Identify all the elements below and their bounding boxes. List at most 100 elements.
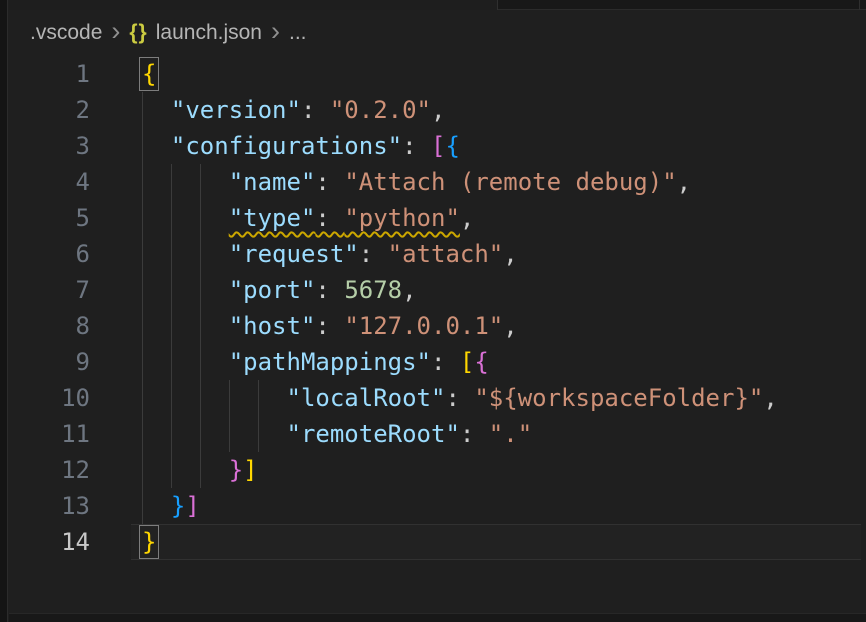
code-token: "version": [171, 96, 301, 124]
line-number[interactable]: 1: [0, 56, 90, 92]
editor[interactable]: 1{2 "version": "0.2.0",3 "configurations…: [0, 56, 866, 560]
code-token: {: [445, 132, 459, 160]
code-line[interactable]: 11 "remoteRoot": ".": [0, 416, 866, 452]
code-token: ,: [503, 240, 517, 268]
code-line[interactable]: 5 "type": "python",: [0, 200, 866, 236]
code-token: ]: [243, 456, 257, 484]
window-left-edge: [0, 0, 8, 622]
breadcrumb-folder[interactable]: .vscode: [30, 21, 102, 45]
code-token: ".": [489, 420, 532, 448]
code-token: "Attach (remote debug)": [344, 168, 676, 196]
line-number[interactable]: 11: [0, 416, 90, 452]
code-text: {: [142, 56, 156, 92]
line-number[interactable]: 4: [0, 164, 90, 200]
code-line[interactable]: 8 "host": "127.0.0.1",: [0, 308, 866, 344]
code-token: "port": [229, 276, 316, 304]
code-text: "version": "0.2.0",: [142, 92, 445, 128]
line-number[interactable]: 2: [0, 92, 90, 128]
code-token: :: [460, 420, 489, 448]
code-token: ,: [677, 168, 691, 196]
tab-separator: [497, 0, 498, 10]
code-token: :: [315, 276, 344, 304]
code-token: [: [460, 348, 474, 376]
code-token: :: [402, 132, 431, 160]
code-text: "port": 5678,: [142, 272, 417, 308]
code-line[interactable]: 3 "configurations": [{: [0, 128, 866, 164]
code-lines: 1{2 "version": "0.2.0",3 "configurations…: [0, 56, 866, 560]
code-token: "remoteRoot": [287, 420, 460, 448]
breadcrumb-symbol[interactable]: ...: [289, 21, 307, 45]
code-line[interactable]: 12 }]: [0, 452, 866, 488]
code-token: "${workspaceFolder}": [474, 384, 763, 412]
code-token: "configurations": [171, 132, 402, 160]
code-token: }: [171, 492, 185, 520]
code-token: ,: [763, 384, 777, 412]
code-token: "type": [229, 204, 316, 232]
code-token: ]: [185, 492, 199, 520]
line-number[interactable]: 5: [0, 200, 90, 236]
chevron-right-icon: ›: [102, 18, 129, 49]
line-number[interactable]: 9: [0, 344, 90, 380]
code-line[interactable]: 7 "port": 5678,: [0, 272, 866, 308]
code-text: "configurations": [{: [142, 128, 460, 164]
breadcrumb-file[interactable]: launch.json: [156, 21, 262, 45]
indent-guide: [258, 380, 259, 452]
code-line[interactable]: 9 "pathMappings": [{: [0, 344, 866, 380]
code-token: "host": [229, 312, 316, 340]
code-line[interactable]: 14}: [0, 524, 866, 560]
code-text: }]: [142, 488, 200, 524]
code-line[interactable]: 13 }]: [0, 488, 866, 524]
line-number[interactable]: 13: [0, 488, 90, 524]
code-line[interactable]: 6 "request": "attach",: [0, 236, 866, 272]
code-token: "0.2.0": [330, 96, 431, 124]
line-number[interactable]: 3: [0, 128, 90, 164]
indent-guide: [229, 380, 230, 452]
code-token: "localRoot": [287, 384, 446, 412]
line-number[interactable]: 12: [0, 452, 90, 488]
code-token: ,: [460, 204, 474, 232]
line-number[interactable]: 8: [0, 308, 90, 344]
indent-guide: [142, 92, 143, 524]
indent-guide: [171, 164, 172, 488]
code-line[interactable]: 10 "localRoot": "${workspaceFolder}",: [0, 380, 866, 416]
window-bottom-edge: [9, 613, 866, 622]
code-token: :: [301, 96, 330, 124]
code-token: :: [359, 240, 388, 268]
code-token: 5678: [344, 276, 402, 304]
line-number[interactable]: 7: [0, 272, 90, 308]
code-token: "pathMappings": [229, 348, 431, 376]
matched-bracket: }: [142, 528, 156, 556]
line-number[interactable]: 6: [0, 236, 90, 272]
code-token: ,: [431, 96, 445, 124]
code-text: "host": "127.0.0.1",: [142, 308, 518, 344]
code-token: "python": [344, 204, 460, 232]
code-token: :: [315, 168, 344, 196]
code-token: "name": [229, 168, 316, 196]
code-token: :: [445, 384, 474, 412]
code-line[interactable]: 2 "version": "0.2.0",: [0, 92, 866, 128]
breadcrumb: .vscode › {} launch.json › ...: [9, 11, 866, 55]
code-token: :: [315, 204, 344, 232]
active-tab-remnant[interactable]: [9, 0, 497, 10]
code-token: ,: [402, 276, 416, 304]
code-text: "localRoot": "${workspaceFolder}",: [142, 380, 778, 416]
code-text: "pathMappings": [{: [142, 344, 489, 380]
line-number[interactable]: 10: [0, 380, 90, 416]
code-token: ,: [503, 312, 517, 340]
code-text: "request": "attach",: [142, 236, 518, 272]
code-line[interactable]: 4 "name": "Attach (remote debug)",: [0, 164, 866, 200]
line-number[interactable]: 14: [0, 524, 90, 560]
code-token: "127.0.0.1": [344, 312, 503, 340]
code-token: [: [431, 132, 445, 160]
tab-bar-remnant: [9, 0, 866, 10]
indent-guide: [200, 164, 201, 488]
code-token: :: [431, 348, 460, 376]
code-token: :: [315, 312, 344, 340]
code-text: "type": "python",: [142, 200, 474, 236]
tab-separator: [859, 0, 860, 10]
code-line[interactable]: 1{: [0, 56, 866, 92]
code-token: "request": [229, 240, 359, 268]
code-text: "name": "Attach (remote debug)",: [142, 164, 691, 200]
matched-bracket: {: [142, 60, 156, 88]
code-token: {: [474, 348, 488, 376]
